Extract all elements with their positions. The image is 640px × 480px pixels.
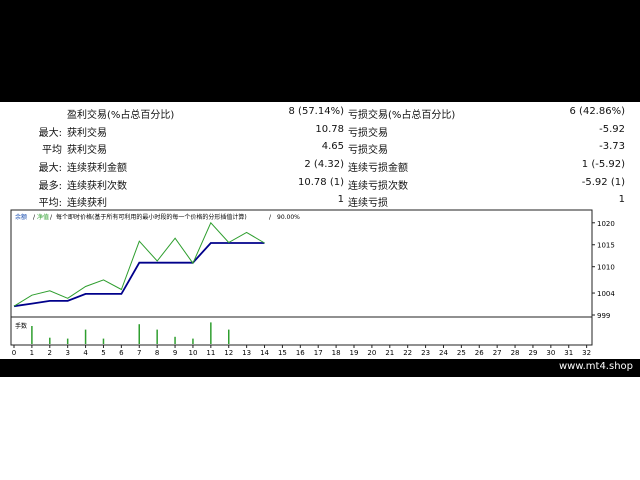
stat-label: 获利交易 <box>67 128 107 139</box>
legend-description: 每个即时价格(基于所有可利用的最小时段的每一个价格的分形插值计算) <box>56 213 247 221</box>
x-tick-label: 19 <box>350 349 359 357</box>
x-tick-label: 14 <box>260 349 269 357</box>
stat-label: 获利交易 <box>67 145 107 156</box>
x-tick-label: 9 <box>173 349 177 357</box>
stat-label: 连续亏损次数 <box>348 181 408 192</box>
x-tick-label: 29 <box>528 349 537 357</box>
stats-row: 最多: 连续获利次数 10.78 (1) 连续亏损次数 -5.92 (1) <box>0 174 640 192</box>
stat-label: 亏损交易 <box>348 128 388 139</box>
stat-value: 1 (-5.92) <box>581 159 625 170</box>
x-tick-label: 24 <box>439 349 448 357</box>
stat-value: 2 (4.32) <box>304 159 344 170</box>
stats-row: 盈利交易(%占总百分比) 8 (57.14%) 亏损交易(%占总百分比) 6 (42.… <box>0 103 640 121</box>
y-tick-label: 1015 <box>597 242 615 250</box>
x-tick-label: 32 <box>582 349 591 357</box>
stat-value: 1 <box>618 194 625 205</box>
stat-prefix: 最大: <box>38 128 62 139</box>
stat-label: 连续亏损金额 <box>348 163 408 174</box>
x-tick-label: 10 <box>188 349 197 357</box>
x-tick-label: 7 <box>137 349 141 357</box>
x-axis: 0 1 2 3 4 5 6 7 8 9 10 11 12 13 14 15 16 17 18 19 20 21 22 23 24… <box>12 345 591 357</box>
stat-value: 10.78 <box>315 124 344 135</box>
stat-value: -5.92 (1) <box>581 177 625 188</box>
balance-chart-svg: 余额 / 净值 / 每个即时价格(基于所有可利用的最小时段的每一个价格的分形插值… <box>10 209 615 357</box>
x-tick-label: 27 <box>493 349 502 357</box>
stat-value: 1 <box>337 194 344 205</box>
x-tick-label: 18 <box>332 349 341 357</box>
stat-label: 亏损交易 <box>348 145 388 156</box>
x-tick-label: 28 <box>511 349 520 357</box>
stat-label: 盈利交易(%占总百分比) <box>67 110 175 121</box>
x-tick-label: 3 <box>65 349 69 357</box>
x-tick-label: 4 <box>83 349 88 357</box>
x-tick-label: 1 <box>30 349 34 357</box>
x-tick-label: 31 <box>564 349 573 357</box>
y-tick-label: 1020 <box>597 220 615 228</box>
brand-text: www.mt4.shop <box>558 361 633 372</box>
stat-value: -5.92 <box>599 124 625 135</box>
x-tick-label: 26 <box>475 349 484 357</box>
stats-row: 平均 获利交易 4.65 亏损交易 -3.73 <box>0 138 640 156</box>
x-tick-label: 25 <box>457 349 466 357</box>
volume-label: 手数 <box>15 322 27 330</box>
bottom-dark-bar: www.mt4.shop <box>0 359 640 377</box>
stat-value: 8 (57.14%) <box>288 106 344 117</box>
x-tick-label: 23 <box>421 349 430 357</box>
x-tick-label: 21 <box>385 349 394 357</box>
plot-frame <box>10 209 593 346</box>
y-tick-label: 1004 <box>597 290 615 298</box>
stat-value: 4.65 <box>321 141 344 152</box>
y-tick-label: 1010 <box>597 264 615 272</box>
x-tick-label: 16 <box>296 349 305 357</box>
blank-area <box>0 377 640 480</box>
stats-row: 最大: 获利交易 10.78 亏损交易 -5.92 <box>0 121 640 139</box>
x-tick-label: 11 <box>206 349 215 357</box>
x-tick-label: 30 <box>546 349 555 357</box>
stat-label: 亏损交易(%占总百分比) <box>348 110 456 121</box>
x-tick-label: 6 <box>119 349 124 357</box>
y-tick-label: 999 <box>597 312 610 320</box>
x-tick-label: 15 <box>278 349 287 357</box>
stat-value: -3.73 <box>599 141 625 152</box>
stat-prefix: 最大: <box>38 163 62 174</box>
x-tick-label: 8 <box>155 349 159 357</box>
stat-label: 连续获利金额 <box>67 163 127 174</box>
stats-table: 盈利交易(%占总百分比) 8 (57.14%) 亏损交易(%占总百分比) 6 (42.… <box>0 103 640 209</box>
top-dark-bar <box>0 0 640 102</box>
stat-prefix: 最多: <box>38 181 62 192</box>
x-tick-label: 2 <box>48 349 52 357</box>
x-tick-label: 5 <box>101 349 105 357</box>
legend-quality: 90.00% <box>277 214 300 221</box>
legend-equity: 净值 <box>37 213 49 221</box>
x-tick-label: 22 <box>403 349 412 357</box>
stat-value: 10.78 (1) <box>298 177 344 188</box>
x-tick-label: 0 <box>12 349 16 357</box>
stat-label: 连续获利次数 <box>67 181 127 192</box>
x-tick-label: 13 <box>242 349 251 357</box>
balance-chart: 余额 / 净值 / 每个即时价格(基于所有可利用的最小时段的每一个价格的分形插值… <box>0 207 640 359</box>
legend-balance: 余额 <box>15 213 27 221</box>
y-axis: 1020 1015 1010 1004 999 <box>592 220 615 320</box>
x-tick-label: 12 <box>224 349 233 357</box>
stat-prefix: 平均 <box>42 145 62 156</box>
stat-value: 6 (42.86%) <box>569 106 625 117</box>
x-tick-label: 20 <box>367 349 376 357</box>
x-tick-label: 17 <box>314 349 323 357</box>
stats-row: 最大: 连续获利金额 2 (4.32) 连续亏损金额 1 (-5.92) <box>0 156 640 174</box>
